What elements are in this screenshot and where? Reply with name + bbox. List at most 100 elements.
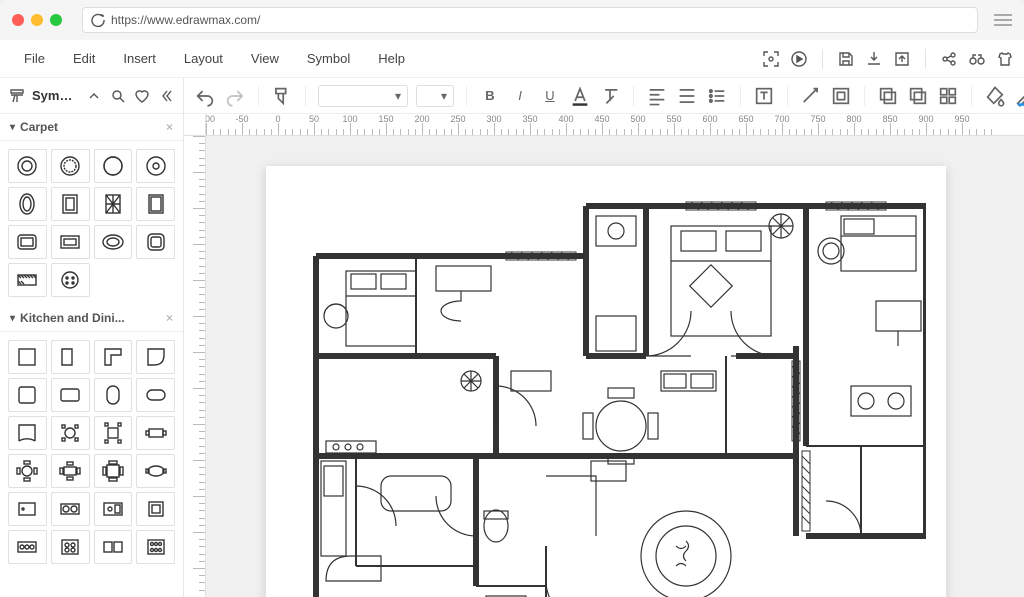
- shape-item[interactable]: [8, 340, 47, 374]
- menu-view[interactable]: View: [237, 43, 293, 74]
- browser-menu-icon[interactable]: [994, 14, 1012, 26]
- chevron-down-icon: ▾: [10, 122, 15, 133]
- bring-front-button[interactable]: [907, 85, 929, 107]
- shape-item[interactable]: [94, 340, 133, 374]
- shape-item[interactable]: [136, 416, 175, 450]
- shape-item[interactable]: [94, 454, 133, 488]
- menu-edit[interactable]: Edit: [59, 43, 109, 74]
- shape-item[interactable]: [51, 187, 90, 221]
- bullets-button[interactable]: [706, 85, 728, 107]
- shape-item[interactable]: [94, 378, 133, 412]
- shape-item[interactable]: [8, 225, 47, 259]
- window-controls: [12, 14, 62, 26]
- shape-item[interactable]: [136, 492, 175, 526]
- menu-layout[interactable]: Layout: [170, 43, 237, 74]
- shape-item[interactable]: [8, 530, 47, 564]
- underline-button[interactable]: U: [539, 85, 561, 107]
- search-icon[interactable]: [109, 87, 127, 105]
- shape-item[interactable]: [136, 378, 175, 412]
- page[interactable]: [266, 166, 946, 597]
- shape-item[interactable]: [8, 454, 47, 488]
- library-label: Symbol...: [32, 88, 79, 103]
- italic-button[interactable]: I: [509, 85, 531, 107]
- shape-item[interactable]: [8, 378, 47, 412]
- shape-item[interactable]: [51, 416, 90, 450]
- redo-button[interactable]: [224, 85, 246, 107]
- shape-item[interactable]: [136, 454, 175, 488]
- play-icon[interactable]: [790, 50, 808, 68]
- binoculars-icon[interactable]: [968, 50, 986, 68]
- carpet-shapes: [0, 141, 183, 305]
- font-family-select[interactable]: ▾: [318, 85, 408, 107]
- menu-file[interactable]: File: [10, 43, 59, 74]
- library-icon[interactable]: [8, 87, 26, 105]
- shape-item[interactable]: [94, 225, 133, 259]
- address-bar[interactable]: https://www.edrawmax.com/: [82, 7, 978, 33]
- close-icon[interactable]: ×: [166, 311, 173, 325]
- line-color-button[interactable]: [1014, 85, 1024, 107]
- menu-symbol[interactable]: Symbol: [293, 43, 364, 74]
- shape-item[interactable]: [51, 454, 90, 488]
- shape-item[interactable]: [8, 492, 47, 526]
- send-back-button[interactable]: [877, 85, 899, 107]
- shape-item[interactable]: [51, 492, 90, 526]
- shape-item[interactable]: [136, 530, 175, 564]
- floor-plan-drawing[interactable]: [286, 186, 926, 597]
- shape-item[interactable]: [136, 149, 175, 183]
- section-header-carpet[interactable]: ▾ Carpet ×: [0, 114, 183, 141]
- ruler-vertical: [184, 136, 206, 597]
- shape-item[interactable]: [94, 416, 133, 450]
- ruler-horizontal: -100-50050100150200250300350400450500550…: [206, 114, 1024, 136]
- section-header-kitchen[interactable]: ▾ Kitchen and Dini... ×: [0, 305, 183, 332]
- bold-button[interactable]: B: [479, 85, 501, 107]
- shape-item[interactable]: [51, 340, 90, 374]
- menubar: File Edit Insert Layout View Symbol Help: [0, 40, 1024, 78]
- shape-item[interactable]: [94, 187, 133, 221]
- shape-item[interactable]: [51, 530, 90, 564]
- shape-item[interactable]: [94, 149, 133, 183]
- minimize-window-button[interactable]: [31, 14, 43, 26]
- collapse-panel-icon[interactable]: [157, 87, 175, 105]
- font-size-select[interactable]: ▾: [416, 85, 454, 107]
- shape-item[interactable]: [51, 225, 90, 259]
- align-left-button[interactable]: [646, 85, 668, 107]
- shape-item[interactable]: [8, 263, 47, 297]
- shape-item[interactable]: [8, 416, 47, 450]
- shape-item[interactable]: [51, 378, 90, 412]
- shape-item[interactable]: [8, 149, 47, 183]
- menu-insert[interactable]: Insert: [109, 43, 170, 74]
- export-icon[interactable]: [893, 50, 911, 68]
- section-title: Carpet: [20, 120, 58, 134]
- shape-item[interactable]: [136, 187, 175, 221]
- refresh-icon: [91, 13, 105, 27]
- format-painter-button[interactable]: [271, 85, 293, 107]
- fill-button[interactable]: [984, 85, 1006, 107]
- share-icon[interactable]: [940, 50, 958, 68]
- canvas[interactable]: [206, 136, 1024, 597]
- clear-format-button[interactable]: [599, 85, 621, 107]
- download-icon[interactable]: [865, 50, 883, 68]
- maximize-window-button[interactable]: [50, 14, 62, 26]
- shape-item[interactable]: [51, 149, 90, 183]
- font-color-button[interactable]: [569, 85, 591, 107]
- heart-icon[interactable]: [133, 87, 151, 105]
- shape-item[interactable]: [8, 187, 47, 221]
- shape-item[interactable]: [51, 263, 90, 297]
- undo-button[interactable]: [194, 85, 216, 107]
- shape-item[interactable]: [136, 340, 175, 374]
- text-tool-button[interactable]: [753, 85, 775, 107]
- shape-item[interactable]: [94, 492, 133, 526]
- connector-button[interactable]: [800, 85, 822, 107]
- group-button[interactable]: [937, 85, 959, 107]
- shape-item[interactable]: [94, 530, 133, 564]
- align-v-button[interactable]: [676, 85, 698, 107]
- close-icon[interactable]: ×: [166, 120, 173, 134]
- shape-item[interactable]: [136, 225, 175, 259]
- chevron-up-icon[interactable]: [85, 87, 103, 105]
- focus-icon[interactable]: [762, 50, 780, 68]
- save-icon[interactable]: [837, 50, 855, 68]
- menu-help[interactable]: Help: [364, 43, 419, 74]
- tshirt-icon[interactable]: [996, 50, 1014, 68]
- close-window-button[interactable]: [12, 14, 24, 26]
- container-button[interactable]: [830, 85, 852, 107]
